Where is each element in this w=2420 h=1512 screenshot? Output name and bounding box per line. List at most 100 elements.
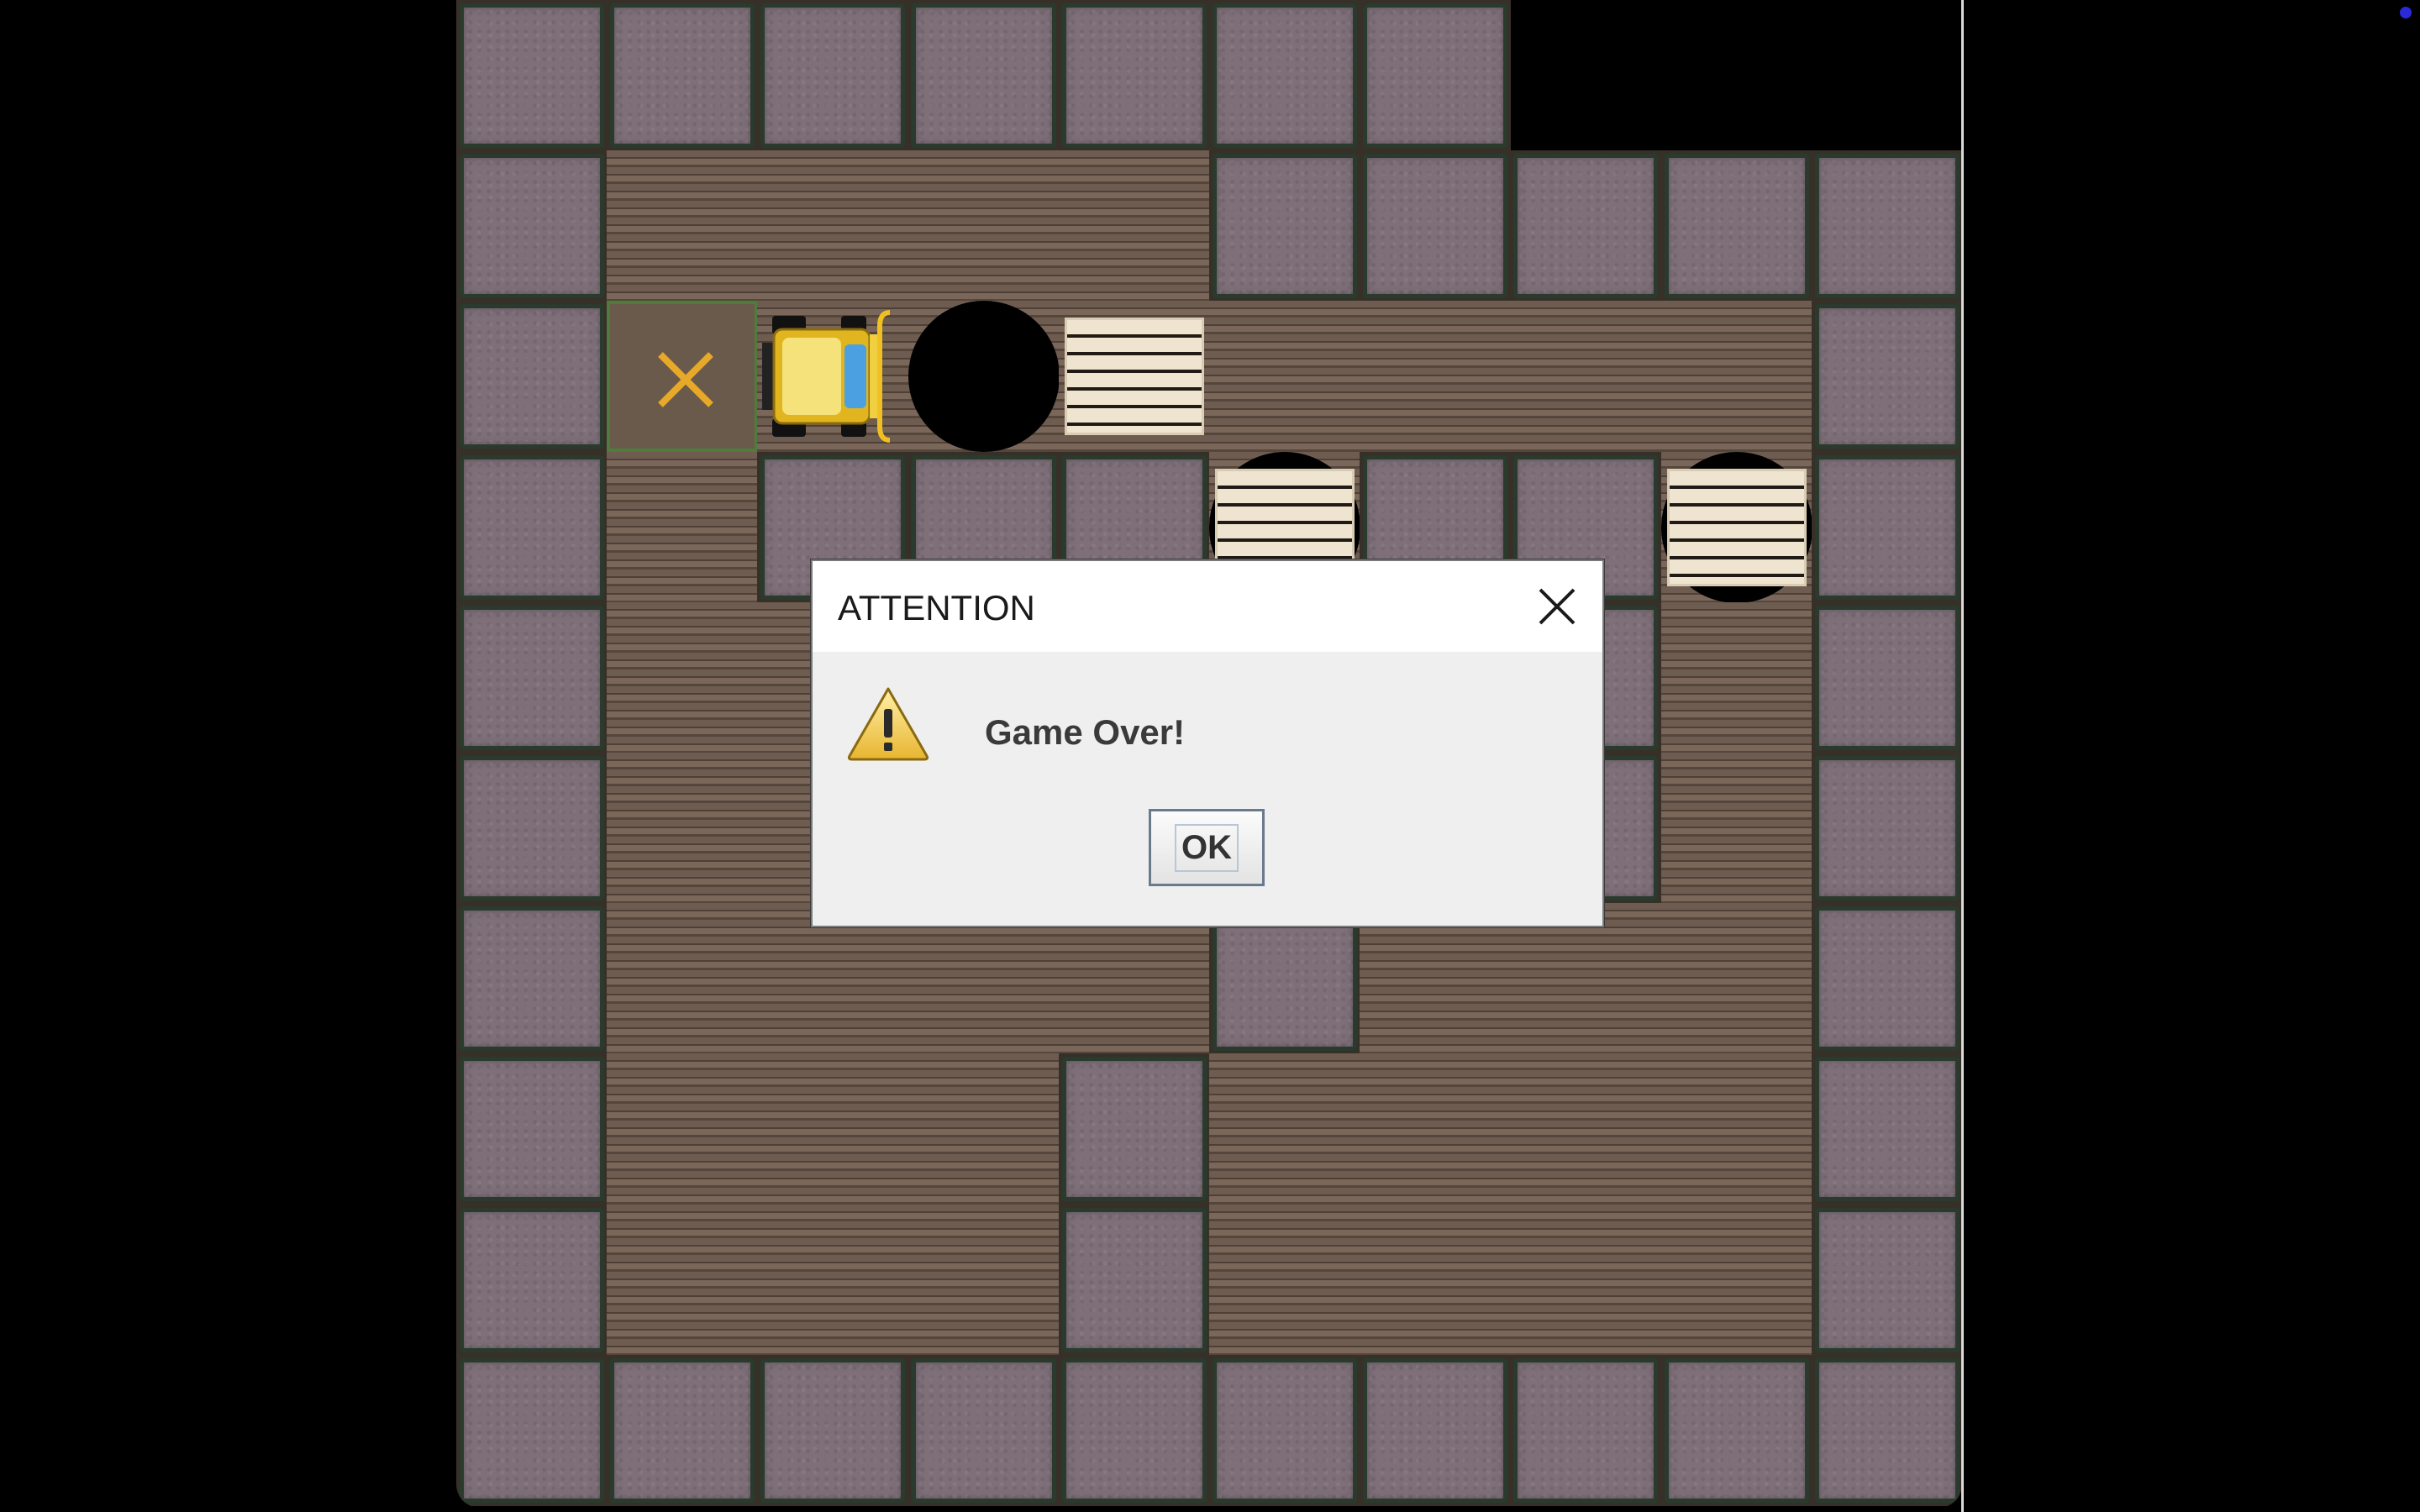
wall-stone <box>1814 605 1960 750</box>
ok-button[interactable]: OK <box>1149 809 1265 886</box>
wall-stone <box>1814 906 1960 1052</box>
floor-tile <box>1660 301 1812 453</box>
wall-tile <box>1811 1053 1962 1205</box>
wall-stone <box>460 1357 604 1503</box>
floor-tile <box>1510 301 1662 453</box>
ok-button-label: OK <box>1175 823 1239 872</box>
wall-stone <box>760 1357 906 1503</box>
pallet <box>1064 318 1204 436</box>
wall-stone <box>610 1357 755 1503</box>
wall-stone <box>1814 1057 1960 1202</box>
floor-tile <box>607 601 759 753</box>
wall-tile <box>1209 150 1360 302</box>
wall-tile <box>1058 1204 1210 1356</box>
goal-tile <box>607 301 759 453</box>
floor-tile <box>757 1204 909 1356</box>
wall-tile <box>1811 601 1962 753</box>
wall-tile <box>1058 1053 1210 1205</box>
wall-tile <box>1660 1354 1812 1506</box>
floor-tile <box>1209 1204 1360 1356</box>
floor-tile <box>908 1204 1060 1356</box>
wall-stone <box>1814 1357 1960 1503</box>
wall-tile <box>456 451 608 603</box>
warning-icon <box>844 684 932 764</box>
floor-tile <box>1510 1053 1662 1205</box>
close-icon[interactable] <box>1527 576 1587 637</box>
wall-tile <box>908 0 1060 151</box>
wall-stone <box>1363 1357 1508 1503</box>
floor-tile <box>1209 301 1360 453</box>
wall-tile <box>456 903 608 1055</box>
wall-tile <box>1360 0 1512 151</box>
floor-tile <box>1360 1053 1512 1205</box>
floor-tile <box>607 1053 759 1205</box>
wall-tile <box>456 1053 608 1205</box>
dialog-titlebar[interactable]: ATTENTION <box>813 561 1602 652</box>
floor-tile <box>607 1204 759 1356</box>
floor-tile <box>1660 753 1812 904</box>
wall-stone <box>1363 154 1508 299</box>
wall-tile <box>1510 150 1662 302</box>
floor-tile <box>1660 903 1812 1055</box>
floor-tile <box>757 1053 909 1205</box>
wall-tile <box>1510 1354 1662 1506</box>
wall-tile <box>1811 903 1962 1055</box>
wall-tile <box>607 0 759 151</box>
floor-tile <box>757 150 909 302</box>
floor-tile <box>1510 1204 1662 1356</box>
floor-tile <box>607 150 759 302</box>
dialog-message: Game Over! <box>985 712 1186 752</box>
wall-stone <box>1814 1207 1960 1352</box>
wall-tile <box>456 301 608 453</box>
wall-stone <box>1513 154 1659 299</box>
wall-stone <box>1363 3 1508 148</box>
wall-stone <box>1664 1357 1809 1503</box>
wall-tile <box>1811 753 1962 904</box>
floor-tile <box>607 753 759 904</box>
wall-tile <box>908 1354 1060 1506</box>
wall-stone <box>1061 1057 1207 1202</box>
wall-stone <box>1814 454 1960 600</box>
wall-stone <box>1664 154 1809 299</box>
wall-tile <box>456 150 608 302</box>
wall-stone <box>460 454 604 600</box>
wall-stone <box>1814 756 1960 900</box>
floor-tile <box>1660 1204 1812 1356</box>
wall-stone <box>1213 154 1357 299</box>
wall-stone <box>911 3 1056 148</box>
floor-tile <box>1660 1053 1812 1205</box>
wall-tile <box>757 1354 909 1506</box>
wall-stone <box>911 1357 1056 1503</box>
wall-tile <box>1058 0 1210 151</box>
wall-stone <box>1814 154 1960 299</box>
wall-tile <box>456 0 608 151</box>
forklift-icon <box>762 310 891 444</box>
floor-tile <box>1058 150 1210 302</box>
wall-stone <box>610 3 755 148</box>
wall-tile <box>1811 150 1962 302</box>
floor-tile <box>1209 1053 1360 1205</box>
status-dot <box>2400 7 2412 18</box>
dialog-title: ATTENTION <box>838 588 1035 627</box>
floor-tile <box>607 903 759 1055</box>
wall-tile <box>1811 1204 1962 1356</box>
wall-stone <box>460 1057 604 1202</box>
floor-tile <box>1660 601 1812 753</box>
floor-tile <box>1360 301 1512 453</box>
window-edge <box>1961 0 1964 1512</box>
goal-x-icon <box>658 352 714 408</box>
wall-stone <box>460 154 604 299</box>
wall-tile <box>1360 150 1512 302</box>
floor-tile <box>908 1053 1060 1205</box>
wall-stone <box>460 756 604 900</box>
wall-stone <box>760 3 906 148</box>
wall-tile <box>1811 301 1962 453</box>
wall-tile <box>757 0 909 151</box>
wall-tile <box>1360 1354 1512 1506</box>
wall-stone <box>1061 1207 1207 1352</box>
pallet-in-hole <box>1666 468 1807 586</box>
wall-stone <box>460 1207 604 1352</box>
wall-tile <box>1209 0 1360 151</box>
wall-tile <box>607 1354 759 1506</box>
game-over-dialog: ATTENTION Game Over! OK <box>811 559 1604 927</box>
